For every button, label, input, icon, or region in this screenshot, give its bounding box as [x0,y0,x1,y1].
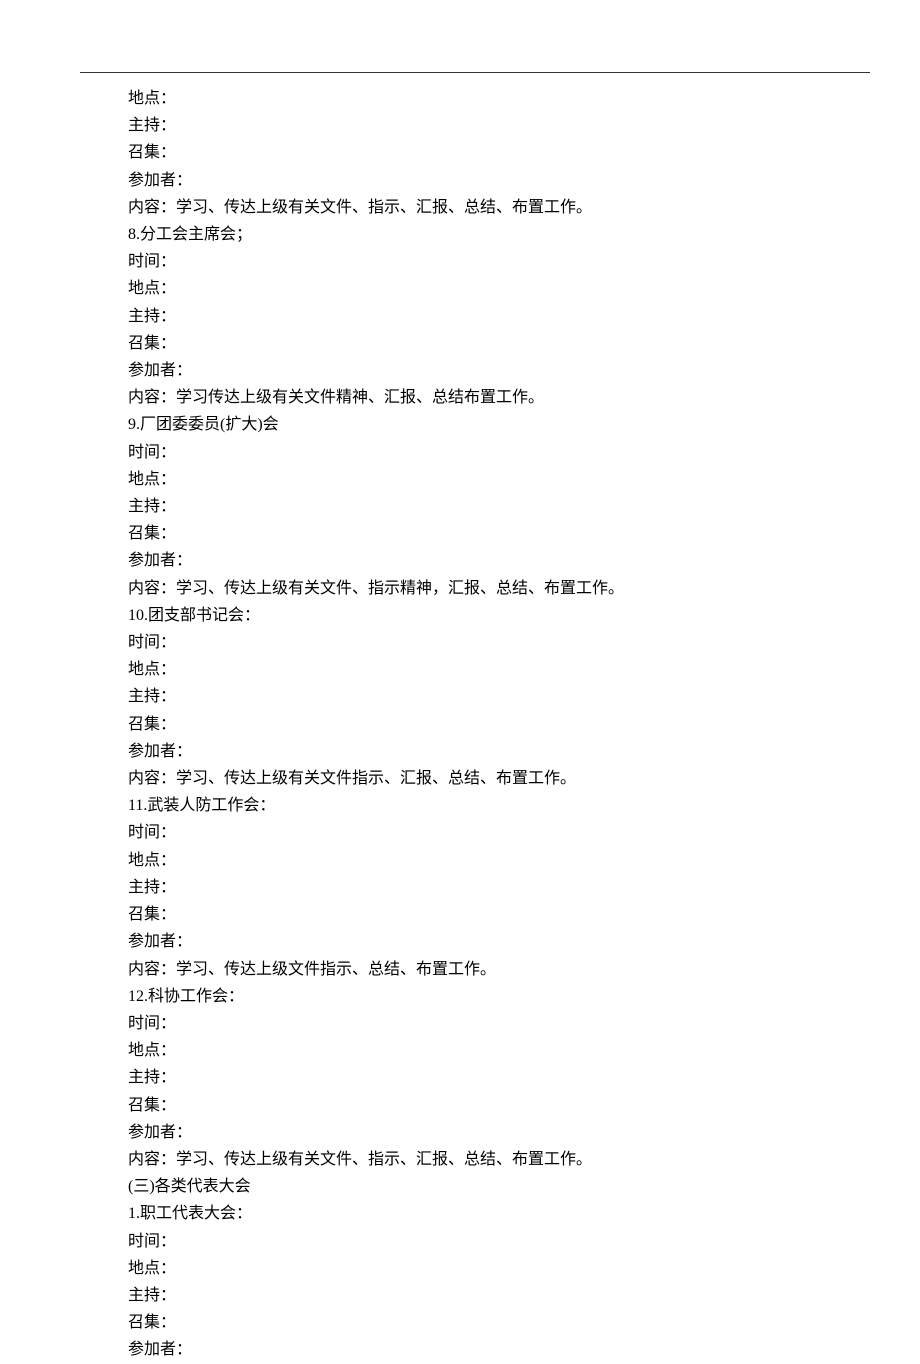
text-line: 时间： [128,819,820,846]
text-line: 内容：学习、传达上级有关文件指示、汇报、总结、布置工作。 [128,765,820,792]
text-line: 时间： [128,1010,820,1037]
text-line: 召集： [128,139,820,166]
text-line: 地点： [128,847,820,874]
text-line: 主持： [128,874,820,901]
text-line: 9.厂团委委员(扩大)会 [128,411,820,438]
text-line: 参加者： [128,167,820,194]
text-line: 主持： [128,112,820,139]
text-line: 地点： [128,656,820,683]
text-line: 8.分工会主席会； [128,221,820,248]
text-line: 参加者： [128,1336,820,1363]
text-line: 地点： [128,466,820,493]
text-line: 参加者： [128,928,820,955]
text-line: (三)各类代表大会 [128,1173,820,1200]
text-line: 主持： [128,1282,820,1309]
text-line: 召集： [128,520,820,547]
text-line: 时间： [128,248,820,275]
text-line: 内容：学习、传达上级文件指示、总结、布置工作。 [128,956,820,983]
text-line: 10.团支部书记会： [128,602,820,629]
text-line: 时间： [128,629,820,656]
text-line: 主持： [128,683,820,710]
text-line: 内容：学习、传达上级有关文件、指示、汇报、总结、布置工作。 [128,1146,820,1173]
text-line: 参加者： [128,738,820,765]
text-line: 11.武装人防工作会： [128,792,820,819]
text-line: 召集： [128,1092,820,1119]
text-line: 地点： [128,1255,820,1282]
document-content: 地点： 主持： 召集： 参加者： 内容：学习、传达上级有关文件、指示、汇报、总结… [128,85,820,1364]
text-line: 1.职工代表大会： [128,1200,820,1227]
page-divider [80,72,870,73]
text-line: 时间： [128,439,820,466]
text-line: 参加者： [128,357,820,384]
text-line: 12.科协工作会： [128,983,820,1010]
text-line: 召集： [128,711,820,738]
text-line: 召集： [128,901,820,928]
text-line: 主持： [128,1064,820,1091]
text-line: 内容：学习、传达上级有关文件、指示、汇报、总结、布置工作。 [128,194,820,221]
text-line: 主持： [128,493,820,520]
text-line: 地点： [128,1037,820,1064]
text-line: 内容：学习传达上级有关文件精神、汇报、总结布置工作。 [128,384,820,411]
text-line: 时间： [128,1228,820,1255]
text-line: 召集： [128,330,820,357]
text-line: 主持： [128,303,820,330]
text-line: 参加者： [128,1119,820,1146]
text-line: 参加者： [128,547,820,574]
text-line: 召集： [128,1309,820,1336]
text-line: 内容：学习、传达上级有关文件、指示精神，汇报、总结、布置工作。 [128,575,820,602]
text-line: 地点： [128,275,820,302]
text-line: 地点： [128,85,820,112]
